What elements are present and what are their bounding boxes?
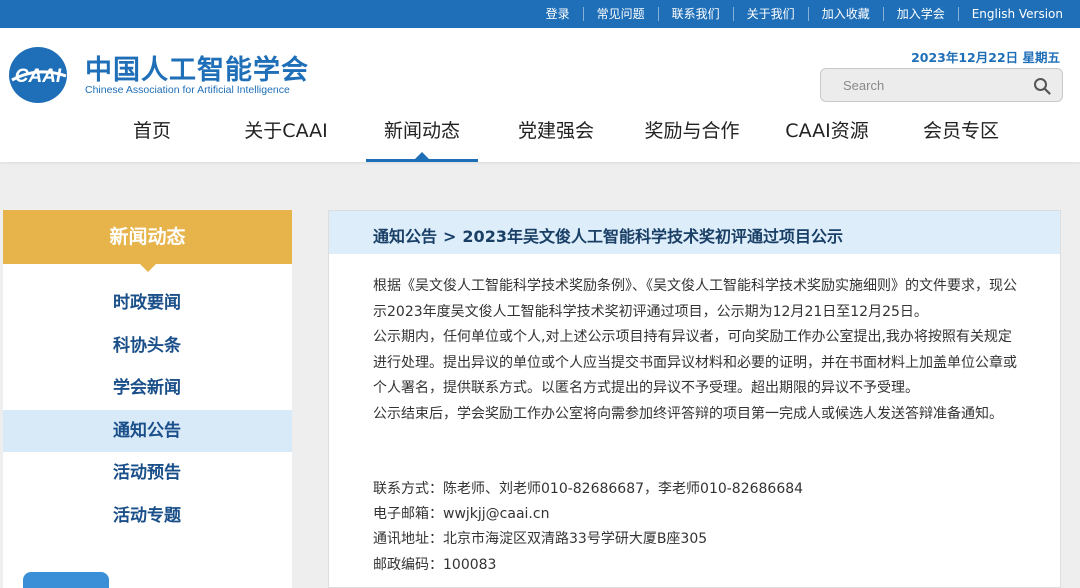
contact-address: 通讯地址：北京市海淀区双清路33号学研大厦B座305 — [373, 531, 708, 548]
breadcrumb-separator: > — [443, 227, 457, 246]
site-title-en: Chinese Association for Artificial Intel… — [85, 84, 290, 96]
top-bar: 登录 常见问题 联系我们 关于我们 加入收藏 加入学会 English Vers… — [0, 0, 1080, 28]
login-link[interactable]: 登录 — [533, 7, 583, 21]
site-header: CAAI 中国人工智能学会 Chinese Association for Ar… — [0, 28, 1080, 162]
about-us-link[interactable]: 关于我们 — [732, 7, 808, 21]
search-box — [820, 68, 1063, 102]
search-input[interactable] — [821, 69, 1026, 101]
sidebar-item-cast-headlines[interactable]: 科协头条 — [3, 325, 292, 368]
sidebar-item-event-preview[interactable]: 活动预告 — [3, 452, 292, 495]
contact-us-link[interactable]: 联系我们 — [657, 7, 733, 21]
article-header: 通知公告 >2023年吴文俊人工智能科学技术奖初评通过项目公示 — [329, 211, 1060, 254]
article-title: 2023年吴文俊人工智能科学技术奖初评通过项目公示 — [462, 227, 843, 246]
breadcrumb: 通知公告 >2023年吴文俊人工智能科学技术奖初评通过项目公示 — [373, 223, 843, 247]
join-society-link[interactable]: 加入学会 — [882, 7, 958, 21]
nav-caai-resources[interactable]: CAAI资源 — [776, 110, 878, 162]
article-paragraph: 根据《吴文俊人工智能科学技术奖励条例》、《吴文俊人工智能科学技术奖励实施细则》的… — [373, 278, 1017, 320]
sidebar: 新闻动态 时政要闻 科协头条 学会新闻 通知公告 活动预告 活动专题 — [3, 210, 292, 588]
article-paragraph: 公示期内，任何单位或个人,对上述公示项目持有异议者，可向奖励工作办公室提出,我办… — [373, 329, 1017, 396]
nav-party-building[interactable]: 党建强会 — [506, 110, 606, 162]
nav-awards-cooperation[interactable]: 奖励与合作 — [636, 110, 748, 162]
sidebar-item-notices[interactable]: 通知公告 — [3, 409, 292, 452]
nav-home[interactable]: 首页 — [112, 110, 192, 162]
english-version-link[interactable]: English Version — [957, 7, 1080, 21]
sidebar-item-society-news[interactable]: 学会新闻 — [3, 367, 292, 410]
contact-info: 联系方式：陈老师、刘老师010-82686687，李老师010-82686684… — [373, 477, 1023, 578]
search-icon[interactable] — [1033, 77, 1051, 95]
article-panel: 通知公告 >2023年吴文俊人工智能科学技术奖初评通过项目公示 根据《吴文俊人工智… — [328, 210, 1061, 588]
article-paragraph: 公示结束后，学会奖励工作办公室将向需参加终评答辩的项目第一完成人或候选人发送答辩… — [373, 405, 1003, 422]
current-date: 2023年12月22日 星期五 — [911, 50, 1060, 65]
breadcrumb-section-link[interactable]: 通知公告 — [373, 227, 437, 246]
faq-link[interactable]: 常见问题 — [582, 7, 658, 21]
sidebar-title-pointer — [140, 264, 156, 272]
top-links: 登录 常见问题 联系我们 关于我们 加入收藏 加入学会 English Vers… — [533, 0, 1080, 28]
contact-postcode: 邮政编码：100083 — [373, 556, 497, 573]
sidebar-bottom-button[interactable] — [23, 572, 109, 588]
main-nav: 首页 关于CAAI 新闻动态 党建强会 奖励与合作 CAAI资源 会员专区 — [0, 110, 1080, 162]
nav-member-zone[interactable]: 会员专区 — [910, 110, 1012, 162]
contact-email: 电子邮箱：wwjkjj@caai.cn — [373, 506, 550, 523]
nav-news[interactable]: 新闻动态 — [366, 110, 478, 162]
contact-phone: 联系方式：陈老师、刘老师010-82686687，李老师010-82686684 — [373, 481, 804, 497]
article-body: 根据《吴文俊人工智能科学技术奖励条例》、《吴文俊人工智能科学技术奖励实施细则》的… — [373, 274, 1023, 427]
nav-about-caai[interactable]: 关于CAAI — [236, 110, 336, 162]
sidebar-item-event-topics[interactable]: 活动专题 — [3, 495, 292, 538]
sidebar-menu: 时政要闻 科协头条 学会新闻 通知公告 活动预告 活动专题 — [3, 282, 292, 537]
logo-mark-text: CAAI — [15, 66, 62, 87]
site-title-cn[interactable]: 中国人工智能学会 — [85, 48, 309, 87]
sidebar-item-political-news[interactable]: 时政要闻 — [3, 282, 292, 325]
sidebar-title: 新闻动态 — [3, 210, 292, 264]
add-favorite-link[interactable]: 加入收藏 — [807, 7, 883, 21]
caai-logo-icon[interactable]: CAAI — [8, 46, 68, 104]
